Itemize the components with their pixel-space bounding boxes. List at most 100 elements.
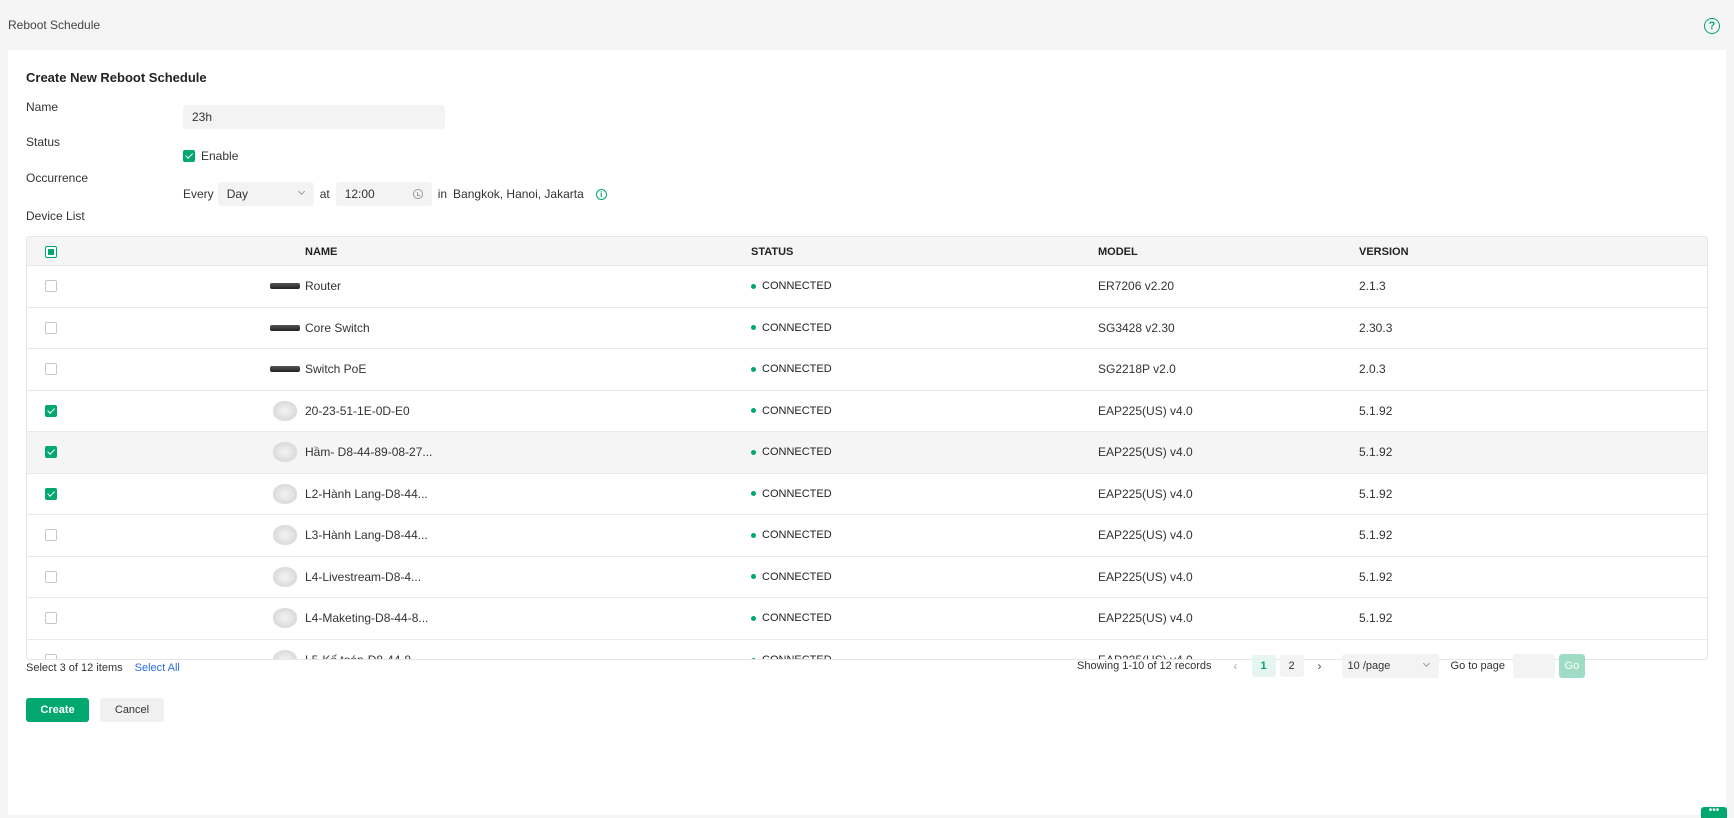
table-row[interactable]: L4-Maketing-D8-44-8... CONNECTED EAP225(… (27, 598, 1707, 640)
device-version: 5.1.92 (1359, 528, 1393, 543)
switch-device-icon (270, 366, 300, 373)
row-checkbox[interactable] (45, 487, 57, 500)
device-status: CONNECTED (751, 432, 832, 473)
info-icon[interactable]: i (595, 188, 607, 200)
page-header: Reboot Schedule ? (0, 0, 1734, 50)
select-all-checkbox[interactable] (45, 245, 57, 258)
clock-icon (412, 189, 423, 199)
row-checkbox[interactable] (45, 612, 57, 625)
device-model: EAP225(US) v4.0 (1098, 445, 1193, 460)
go-button[interactable]: Go (1558, 654, 1585, 678)
table-row[interactable]: 20-23-51-1E-0D-E0 CONNECTED EAP225(US) v… (27, 391, 1707, 432)
row-checkbox[interactable] (45, 654, 57, 659)
table-header: NAME STATUS MODEL VERSION (27, 237, 1707, 266)
device-name: L4-Livestream-D8-4... (305, 569, 422, 584)
device-model: EAP225(US) v4.0 (1098, 569, 1193, 584)
table-row[interactable]: Core Switch CONNECTED SG3428 v2.30 2.30.… (27, 308, 1707, 349)
column-status: STATUS (751, 245, 794, 258)
row-checkbox[interactable] (45, 321, 57, 334)
table-row[interactable]: L3-Hành Lang-D8-44... CONNECTED EAP225(U… (27, 515, 1707, 557)
device-version: 5.1.92 (1359, 486, 1393, 501)
device-version: 2.0.3 (1359, 362, 1386, 377)
table-row[interactable]: Hầm- D8-44-89-08-27... CONNECTED EAP225(… (27, 432, 1707, 474)
enable-toggle-row: Enable (183, 149, 238, 163)
name-label: Name (26, 100, 59, 114)
row-checkbox[interactable] (45, 529, 57, 542)
device-name: Core Switch (305, 320, 370, 335)
status-dot-icon (751, 657, 756, 659)
device-model: EAP225(US) v4.0 (1098, 403, 1193, 418)
device-version: 5.1.92 (1359, 403, 1393, 418)
row-checkbox[interactable] (45, 570, 57, 583)
select-all-link[interactable]: Select All (135, 662, 180, 674)
enable-label: Enable (201, 149, 239, 163)
status-dot-icon (751, 491, 756, 497)
column-name: NAME (305, 245, 338, 258)
create-button[interactable]: Create (26, 698, 89, 722)
device-version: 2.30.3 (1359, 320, 1393, 335)
device-name: L5-Kế toán-D8-44-8... (305, 640, 421, 659)
device-status: CONNECTED (751, 640, 832, 659)
status-dot-icon (751, 408, 756, 414)
next-page-icon[interactable]: › (1308, 655, 1332, 677)
table-row[interactable]: Switch PoE CONNECTED SG2218P v2.0 2.0.3 (27, 349, 1707, 391)
status-dot-icon (751, 615, 756, 621)
help-icon[interactable]: ? (1704, 18, 1720, 34)
more-dots-icon[interactable]: ••• (1701, 806, 1727, 818)
device-model: EAP225(US) v4.0 (1098, 611, 1193, 626)
page-size-select[interactable]: 10 /page (1341, 654, 1439, 678)
table-row[interactable]: L2-Hành Lang-D8-44... CONNECTED EAP225(U… (27, 474, 1707, 515)
device-status: CONNECTED (751, 598, 832, 639)
row-checkbox[interactable] (45, 404, 57, 417)
access-point-icon (273, 400, 297, 421)
frequency-select[interactable]: Day (217, 182, 314, 206)
device-name: L4-Maketing-D8-44-8... (305, 611, 429, 626)
occurrence-label: Occurrence (26, 171, 89, 185)
access-point-icon (273, 608, 297, 629)
page-title: Reboot Schedule (8, 18, 101, 32)
access-point-icon (273, 650, 297, 659)
chevron-down-icon (1422, 659, 1430, 668)
device-model: SG2218P v2.0 (1098, 362, 1176, 377)
time-value: 12:00 (344, 187, 375, 201)
device-list-label: Device List (26, 209, 85, 223)
device-model: ER7206 v2.20 (1098, 279, 1175, 294)
column-version: VERSION (1359, 245, 1409, 258)
device-model: EAP225(US) v4.0 (1098, 528, 1193, 543)
device-name: Hầm- D8-44-89-08-27... (305, 445, 433, 460)
status-dot-icon (751, 283, 756, 289)
row-checkbox[interactable] (45, 280, 57, 293)
access-point-icon (273, 525, 297, 546)
timezone-text: Bangkok, Hanoi, Jakarta (453, 187, 584, 201)
device-version: 2.1.3 (1359, 279, 1386, 294)
frequency-value: Day (226, 187, 249, 201)
time-picker[interactable]: 12:00 (335, 182, 432, 206)
device-name: L2-Hành Lang-D8-44... (305, 486, 428, 501)
device-version: 5.1.92 (1359, 611, 1393, 626)
row-checkbox[interactable] (45, 446, 57, 459)
name-input[interactable]: 23h (183, 105, 445, 129)
page-2-button[interactable]: 2 (1279, 655, 1304, 677)
page-1-button[interactable]: 1 (1251, 655, 1276, 677)
device-model: EAP225(US) v4.0 (1098, 486, 1193, 501)
column-model: MODEL (1098, 245, 1138, 258)
every-label: Every (183, 187, 214, 201)
status-dot-icon (751, 532, 756, 538)
records-summary: Showing 1-10 of 12 records (1077, 660, 1212, 672)
device-status: CONNECTED (751, 391, 832, 432)
cancel-button[interactable]: Cancel (100, 698, 164, 722)
switch-device-icon (270, 324, 300, 331)
enable-checkbox[interactable] (183, 150, 195, 162)
table-row[interactable]: Router CONNECTED ER7206 v2.20 2.1.3 (27, 266, 1707, 308)
table-row[interactable]: L4-Livestream-D8-4... CONNECTED EAP225(U… (27, 557, 1707, 598)
device-status: CONNECTED (751, 266, 832, 307)
device-status: CONNECTED (751, 557, 832, 598)
row-checkbox[interactable] (45, 363, 57, 376)
device-table: NAME STATUS MODEL VERSION Router CONNECT… (26, 236, 1708, 660)
goto-page-input[interactable] (1512, 654, 1555, 678)
form-title: Create New Reboot Schedule (26, 70, 207, 85)
table-body: Router CONNECTED ER7206 v2.20 2.1.3 Core… (27, 266, 1707, 659)
status-dot-icon (751, 574, 756, 580)
prev-page-icon[interactable]: ‹ (1224, 655, 1248, 677)
device-status: CONNECTED (751, 474, 832, 515)
